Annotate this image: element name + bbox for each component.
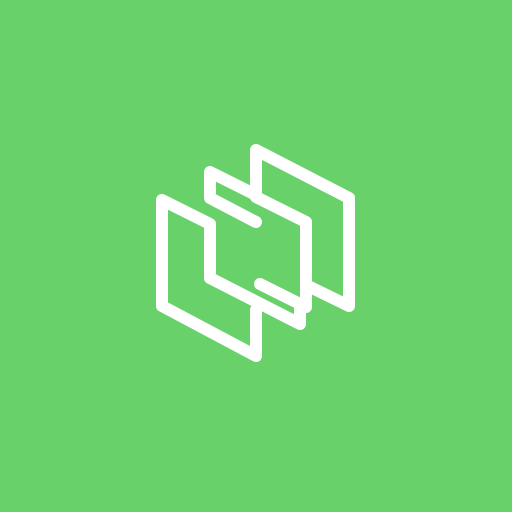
icon-background	[0, 0, 512, 512]
logo-svg	[0, 0, 512, 512]
app-icon	[0, 0, 512, 512]
